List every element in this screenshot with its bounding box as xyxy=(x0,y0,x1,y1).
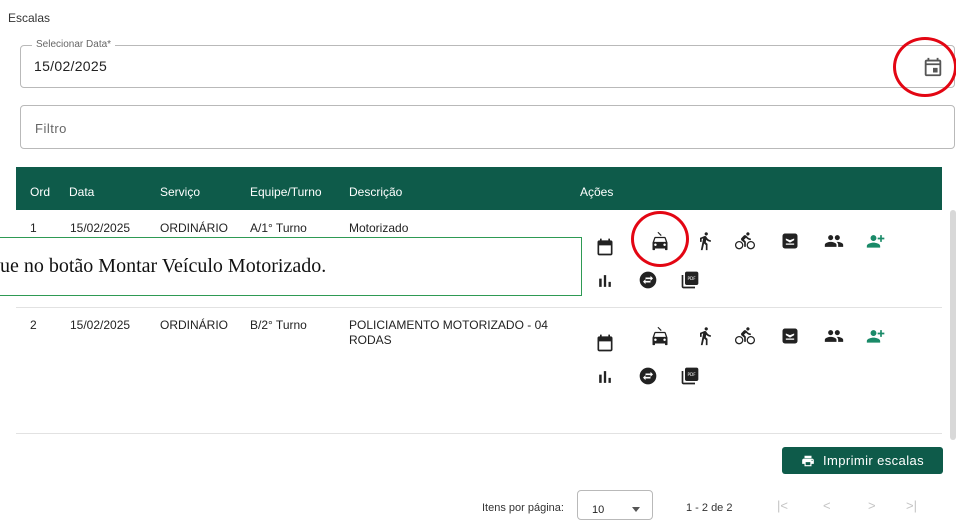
walk-icon[interactable] xyxy=(695,231,715,251)
cell-descricao-line2: RODAS xyxy=(349,333,392,347)
scrollbar[interactable] xyxy=(950,210,956,440)
cell-descricao: Motorizado xyxy=(349,221,409,235)
date-field-label: Selecionar Data* xyxy=(32,39,116,50)
svg-text:PDF: PDF xyxy=(688,372,697,377)
table-header: Ord Data Serviço Equipe/Turno Descrição … xyxy=(16,167,942,210)
items-per-page-label: Itens por página: xyxy=(482,502,564,514)
cell-ord: 2 xyxy=(30,318,37,332)
calendar-icon[interactable] xyxy=(922,56,944,78)
print-icon xyxy=(802,455,814,466)
first-page-button[interactable]: |< xyxy=(777,498,788,513)
filter-input[interactable] xyxy=(33,116,917,140)
bar-chart-icon[interactable] xyxy=(595,271,615,291)
row-separator xyxy=(16,307,942,308)
car-icon[interactable] xyxy=(650,231,670,251)
row-separator xyxy=(16,433,942,434)
calendar-icon[interactable] xyxy=(595,237,615,257)
svg-text:PDF: PDF xyxy=(688,276,697,281)
date-field[interactable] xyxy=(20,45,955,88)
walk-icon[interactable] xyxy=(695,326,715,346)
header-acoes: Ações xyxy=(580,185,614,199)
section-title: Escalas xyxy=(8,11,51,25)
group-add-icon[interactable] xyxy=(866,231,886,251)
cell-equipe: B/2° Turno xyxy=(250,318,307,332)
pdf-icon[interactable]: PDF xyxy=(680,366,700,386)
cell-ord: 1 xyxy=(30,221,37,235)
cell-data: 15/02/2025 xyxy=(70,318,131,332)
swap-icon[interactable] xyxy=(638,366,658,386)
header-descricao: Descrição xyxy=(349,185,403,199)
print-schedules-button[interactable]: Imprimir escalas xyxy=(782,447,943,474)
pdf-icon[interactable]: PDF xyxy=(680,270,700,290)
callout-text: ue no botão Montar Veículo Motorizado. xyxy=(0,255,327,277)
group-icon[interactable] xyxy=(824,231,844,251)
header-ord: Ord xyxy=(30,185,51,199)
cell-descricao-line1: POLICIAMENTO MOTORIZADO - 04 xyxy=(349,318,548,332)
cell-equipe: A/1° Turno xyxy=(250,221,307,235)
header-servico: Serviço xyxy=(160,185,201,199)
car-icon[interactable] xyxy=(650,326,670,346)
cell-data: 15/02/2025 xyxy=(70,221,131,235)
header-data: Data xyxy=(69,185,95,199)
calendar-icon[interactable] xyxy=(595,333,615,353)
print-button-label: Imprimir escalas xyxy=(822,453,925,468)
chevron-down-icon xyxy=(632,507,640,512)
cell-servico: ORDINÁRIO xyxy=(160,318,229,332)
group-add-icon[interactable] xyxy=(866,326,886,346)
bar-chart-icon[interactable] xyxy=(595,367,615,387)
bike-icon[interactable] xyxy=(735,326,755,346)
page-size-select[interactable]: 10 xyxy=(577,490,653,520)
cell-servico: ORDINÁRIO xyxy=(160,221,229,235)
prev-page-button[interactable]: < xyxy=(823,498,831,513)
date-value[interactable]: 15/02/2025 xyxy=(34,58,107,74)
boat-icon[interactable] xyxy=(780,326,800,346)
group-icon[interactable] xyxy=(824,326,844,346)
swap-icon[interactable] xyxy=(638,270,658,290)
next-page-button[interactable]: > xyxy=(868,498,876,513)
last-page-button[interactable]: >| xyxy=(906,498,917,513)
bike-icon[interactable] xyxy=(735,231,755,251)
header-equipe: Equipe/Turno xyxy=(250,185,322,199)
boat-icon[interactable] xyxy=(780,231,800,251)
page-range-label: 1 - 2 de 2 xyxy=(686,502,733,514)
page-size-value: 10 xyxy=(592,504,605,516)
